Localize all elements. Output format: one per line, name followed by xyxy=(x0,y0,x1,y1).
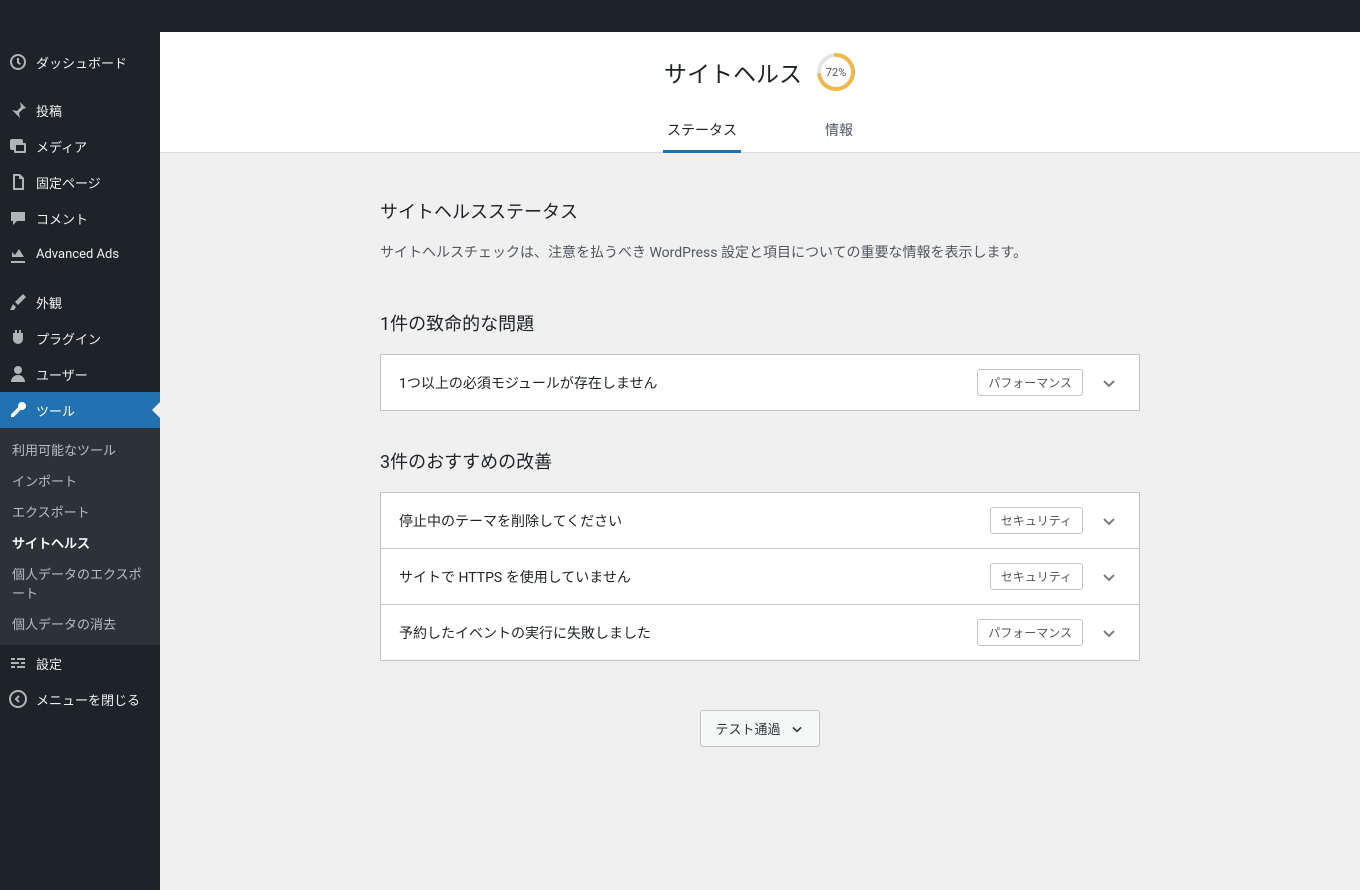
sidebar-item-tools[interactable]: ツール xyxy=(0,392,160,428)
issue-row[interactable]: 停止中のテーマを削除してください セキュリティ xyxy=(380,492,1140,549)
tab-info[interactable]: 情報 xyxy=(821,110,857,152)
sidebar-item-label: コメント xyxy=(36,209,88,228)
brush-icon xyxy=(8,292,28,312)
sidebar-item-label: メディア xyxy=(36,137,87,156)
sidebar-item-plugins[interactable]: プラグイン xyxy=(0,320,160,356)
submenu-item-export[interactable]: エクスポート xyxy=(0,496,160,527)
issue-title: 停止中のテーマを削除してください xyxy=(399,511,990,531)
chevron-down-icon[interactable] xyxy=(1097,621,1121,645)
issue-row[interactable]: 予約したイベントの実行に失敗しました パフォーマンス xyxy=(380,604,1140,661)
sidebar-item-label: ダッシュボード xyxy=(36,53,127,72)
header-tabs: ステータス 情報 xyxy=(160,110,1360,153)
submenu-item-available-tools[interactable]: 利用可能なツール xyxy=(0,434,160,465)
status-section-desc: サイトヘルスチェックは、注意を払うべき WordPress 設定と項目についての… xyxy=(380,242,1140,262)
sidebar-item-settings[interactable]: 設定 xyxy=(0,645,160,681)
issue-badge: パフォーマンス xyxy=(977,619,1083,646)
admin-topbar xyxy=(0,0,1360,32)
main-content: サイトヘルス 72% ステータス 情報 サイトヘルスステータス サイトヘルスチェ… xyxy=(160,32,1360,890)
sidebar-submenu-tools: 利用可能なツール インポート エクスポート サイトヘルス 個人データのエクスポー… xyxy=(0,428,160,645)
wrench-icon xyxy=(8,400,28,420)
sidebar-item-media[interactable]: メディア xyxy=(0,128,160,164)
sidebar-item-advanced-ads[interactable]: Advanced Ads xyxy=(0,236,160,272)
pin-icon xyxy=(8,100,28,120)
dashboard-icon xyxy=(8,52,28,72)
issue-badge: セキュリティ xyxy=(990,507,1083,534)
user-icon xyxy=(8,364,28,384)
sidebar-item-label: ツール xyxy=(36,401,75,420)
media-icon xyxy=(8,136,28,156)
sidebar-item-label: ユーザー xyxy=(36,365,88,384)
sidebar-item-collapse[interactable]: メニューを閉じる xyxy=(0,681,160,717)
test-passed-button[interactable]: テスト通過 xyxy=(700,710,819,747)
sidebar-item-comments[interactable]: コメント xyxy=(0,200,160,236)
health-progress-ring: 72% xyxy=(816,52,856,92)
submenu-item-site-health[interactable]: サイトヘルス xyxy=(0,527,160,558)
issue-title: サイトで HTTPS を使用していません xyxy=(399,567,990,587)
sidebar-item-posts[interactable]: 投稿 xyxy=(0,92,160,128)
chevron-down-icon[interactable] xyxy=(1097,371,1121,395)
critical-heading: 1件の致命的な問題 xyxy=(380,310,1140,336)
sidebar-item-dashboard[interactable]: ダッシュボード xyxy=(0,44,160,80)
sidebar-item-label: プラグイン xyxy=(36,329,101,348)
issue-row[interactable]: サイトで HTTPS を使用していません セキュリティ xyxy=(380,548,1140,605)
page-header: サイトヘルス 72% ステータス 情報 xyxy=(160,32,1360,153)
chevron-down-icon xyxy=(789,721,805,737)
sidebar-item-appearance[interactable]: 外観 xyxy=(0,284,160,320)
submenu-item-export-personal[interactable]: 個人データのエクスポート xyxy=(0,558,160,608)
sidebar-item-pages[interactable]: 固定ページ xyxy=(0,164,160,200)
status-section-title: サイトヘルスステータス xyxy=(380,198,1140,224)
issue-badge: パフォーマンス xyxy=(977,369,1083,396)
chevron-down-icon[interactable] xyxy=(1097,565,1121,589)
chart-icon xyxy=(8,244,28,264)
issue-row[interactable]: 1つ以上の必須モジュールが存在しません パフォーマンス xyxy=(380,354,1140,411)
chevron-down-icon[interactable] xyxy=(1097,509,1121,533)
tab-status[interactable]: ステータス xyxy=(663,110,741,153)
sidebar-item-users[interactable]: ユーザー xyxy=(0,356,160,392)
sidebar-item-label: Advanced Ads xyxy=(36,247,119,262)
sliders-icon xyxy=(8,653,28,673)
issue-badge: セキュリティ xyxy=(990,563,1083,590)
issue-title: 予約したイベントの実行に失敗しました xyxy=(399,623,977,643)
page-icon xyxy=(8,172,28,192)
sidebar-item-label: 設定 xyxy=(36,654,62,673)
sidebar-item-label: 外観 xyxy=(36,293,62,312)
admin-sidebar: ダッシュボード 投稿 メディア 固定ページ コメント Advanced Ads … xyxy=(0,32,160,890)
sidebar-item-label: 投稿 xyxy=(36,101,62,120)
plugin-icon xyxy=(8,328,28,348)
test-passed-label: テスト通過 xyxy=(715,719,780,738)
sidebar-item-label: メニューを閉じる xyxy=(36,690,140,709)
collapse-icon xyxy=(8,689,28,709)
submenu-item-import[interactable]: インポート xyxy=(0,465,160,496)
comment-icon xyxy=(8,208,28,228)
page-title: サイトヘルス xyxy=(664,55,802,89)
sidebar-item-label: 固定ページ xyxy=(36,173,101,192)
recommended-heading: 3件のおすすめの改善 xyxy=(380,448,1140,474)
issue-title: 1つ以上の必須モジュールが存在しません xyxy=(399,373,977,393)
submenu-item-erase-personal[interactable]: 個人データの消去 xyxy=(0,608,160,639)
